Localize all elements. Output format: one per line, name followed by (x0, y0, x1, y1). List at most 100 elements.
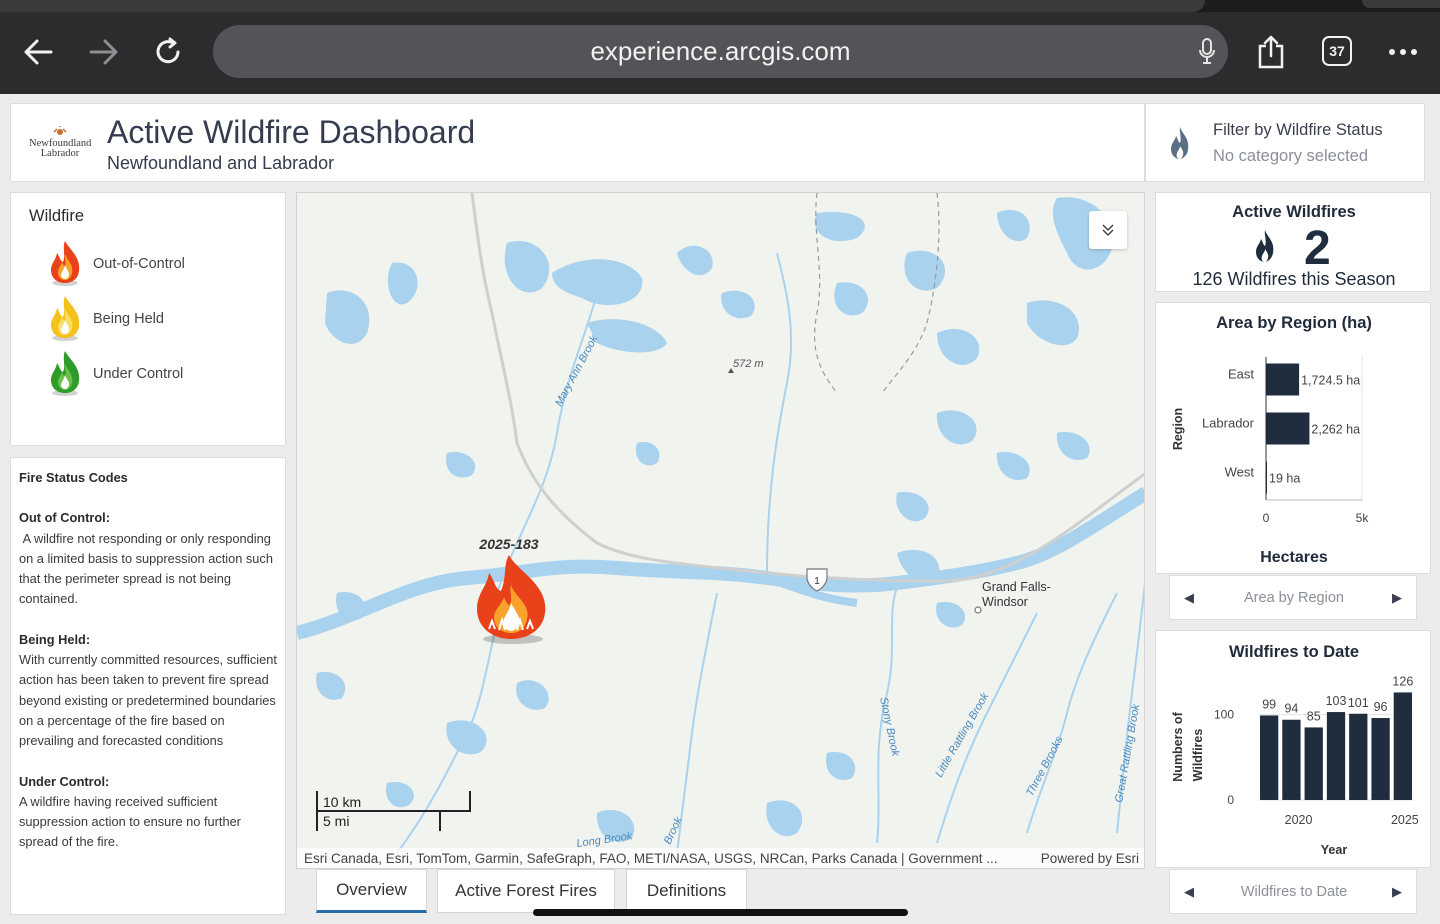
town-marker-icon[interactable] (974, 606, 982, 614)
bar-5 (1371, 718, 1390, 800)
back-icon[interactable] (18, 32, 58, 72)
bar-0 (1260, 715, 1279, 800)
town-label-line1: Grand Falls- (982, 580, 1051, 594)
flame-icon (1168, 126, 1192, 165)
x-tick-label: 2025 (1391, 813, 1419, 827)
scale-mi-label: 5 mi (323, 813, 349, 829)
being-held-text: With currently committed resources, suff… (19, 652, 277, 749)
legend-item-being-held: Being Held (45, 294, 164, 344)
status-codes-title: Fire Status Codes (19, 470, 128, 485)
value-label: 101 (1348, 696, 1369, 710)
being-held-flame-icon (51, 296, 80, 341)
tab-definitions[interactable]: Definitions (626, 869, 747, 913)
page-tabs: Overview Active Forest Fires Definitions (316, 869, 1146, 914)
next-chart-icon[interactable]: ▶ (1392, 590, 1402, 606)
bar-west (1266, 461, 1267, 494)
out-of-control-flame-icon (51, 241, 80, 286)
value-label: 126 (1392, 674, 1413, 688)
bar-labrador (1266, 412, 1310, 445)
under-control-flame-icon (51, 351, 80, 396)
value-label: 2,262 ha (1311, 423, 1360, 437)
value-label: 94 (1284, 702, 1298, 716)
microphone-icon[interactable] (1198, 38, 1216, 71)
chevron-double-down-icon (1102, 224, 1114, 237)
value-label: 1,724.5 ha (1301, 374, 1360, 388)
value-label: 96 (1374, 700, 1388, 714)
x-tick-label: 2020 (1285, 813, 1313, 827)
legend-label-being-held: Being Held (93, 311, 164, 327)
under-control-text: A wildfire having received sufficient su… (19, 793, 241, 850)
legend-label-under-control: Under Control (93, 366, 184, 382)
category-label: West (1225, 465, 1255, 480)
nl-logo: Newfoundland Labrador (29, 126, 91, 160)
kpi-title: Active Wildfires (1232, 203, 1356, 221)
y-tick-label: 0 (1227, 793, 1234, 807)
y-axis-title: Wildfires (1191, 729, 1205, 782)
y-axis-title: Region (1171, 408, 1185, 450)
browser-tab-strip (0, 0, 1440, 12)
map-collapse-button[interactable] (1089, 211, 1127, 249)
wildfire-legend: Wildfire Out-of-Control Being Held Under… (10, 192, 286, 446)
map-basemap[interactable]: 1 572 m Mary Ann Brook Stony Brook Littl… (297, 193, 1145, 869)
category-label: Labrador (1202, 416, 1255, 431)
dashboard-header: Newfoundland Labrador Active Wildfire Da… (10, 103, 1145, 182)
url-bar[interactable]: experience.arcgis.com (213, 25, 1228, 78)
browser-tab[interactable] (0, 0, 1205, 12)
active-wildfires-indicator: Active Wildfires 2 126 Wildfires this Se… (1155, 192, 1431, 292)
map-attribution[interactable]: Esri Canada, Esri, TomTom, Garmin, SafeG… (297, 848, 1144, 868)
browser-tab-2[interactable] (1362, 0, 1440, 8)
attribution-text: Esri Canada, Esri, TomTom, Garmin, SafeG… (304, 851, 998, 866)
home-indicator[interactable] (533, 909, 908, 916)
tab-active-forest-fires[interactable]: Active Forest Fires (437, 869, 615, 913)
bar-4 (1349, 713, 1368, 800)
x-tick-label: 0 (1263, 511, 1270, 525)
bar-1 (1282, 719, 1301, 800)
bar-3 (1326, 712, 1346, 800)
out-of-control-heading: Out of Control: (19, 510, 110, 526)
x-axis-title: Year (1321, 843, 1348, 857)
y-axis-title: Numbers of (1171, 711, 1185, 781)
bar-2 (1304, 727, 1323, 800)
region-chart-nav: ◀ Area by Region ▶ (1169, 575, 1417, 620)
url-text: experience.arcgis.com (590, 36, 851, 66)
scale-km-label: 10 km (323, 794, 361, 810)
tab-overview[interactable]: Overview (316, 869, 427, 913)
region-chart-svg[interactable]: East 1,724.5 ha Labrador 2,262 ha West 19 ha 0… (1156, 303, 1432, 575)
page-title: Active Wildfire Dashboard (107, 114, 476, 150)
wtd-chart-svg[interactable]: 0 100 99 94 85 103 101 96 126 2020 2025 Year Numbers… (1156, 631, 1432, 869)
being-held-heading: Being Held: (19, 631, 91, 647)
wtd-chart-nav: ◀ Wildfires to Date ▶ (1169, 869, 1417, 914)
forward-icon[interactable] (84, 32, 124, 72)
x-tick-label: 5k (1356, 511, 1370, 525)
value-label: 99 (1262, 697, 1276, 711)
value-label: 85 (1307, 709, 1321, 723)
out-of-control-text: A wildfire not responding or only respon… (19, 530, 277, 607)
value-label: 19 ha (1269, 472, 1300, 486)
filter-title: Filter by Wildfire Status (1213, 121, 1383, 139)
bar-east (1266, 363, 1300, 396)
powered-by-esri[interactable]: Powered by Esri (1041, 848, 1139, 868)
share-icon[interactable] (1251, 32, 1291, 72)
wildfires-to-date-chart: Wildfires to Date 0 100 99 94 85 103 101 96 126 2… (1155, 630, 1431, 868)
elevation-label: 572 m (733, 358, 764, 370)
area-by-region-chart: Area by Region (ha) East 1,724.5 ha Labrad… (1155, 302, 1431, 574)
value-label: 103 (1326, 694, 1347, 708)
wildfire-map[interactable]: 1 572 m Mary Ann Brook Stony Brook Littl… (296, 192, 1145, 869)
region-chart-nav-label: Area by Region (1244, 590, 1344, 606)
flame-icon (1252, 229, 1278, 268)
kpi-subtitle: 126 Wildfires this Season (1192, 269, 1396, 289)
next-chart-icon[interactable]: ▶ (1392, 884, 1402, 900)
reload-icon[interactable] (149, 32, 189, 72)
town-label-line2: Windsor (982, 595, 1028, 609)
under-control-heading: Under Control: (19, 773, 110, 789)
more-options-icon[interactable] (1383, 32, 1423, 72)
filter-value[interactable]: No category selected (1213, 147, 1368, 166)
tab-count-button[interactable]: 37 (1322, 36, 1352, 66)
highway-shield-label: 1 (814, 576, 820, 587)
fire-status-codes: Fire Status Codes Out of Control: A wild… (10, 457, 286, 915)
logo-text-line2: Labrador (40, 148, 80, 159)
legend-title: Wildfire (29, 207, 85, 225)
status-filter[interactable]: Filter by Wildfire Status No category se… (1145, 103, 1425, 182)
page-subtitle: Newfoundland and Labrador (107, 153, 335, 173)
browser-toolbar: experience.arcgis.com 37 (0, 0, 1440, 94)
